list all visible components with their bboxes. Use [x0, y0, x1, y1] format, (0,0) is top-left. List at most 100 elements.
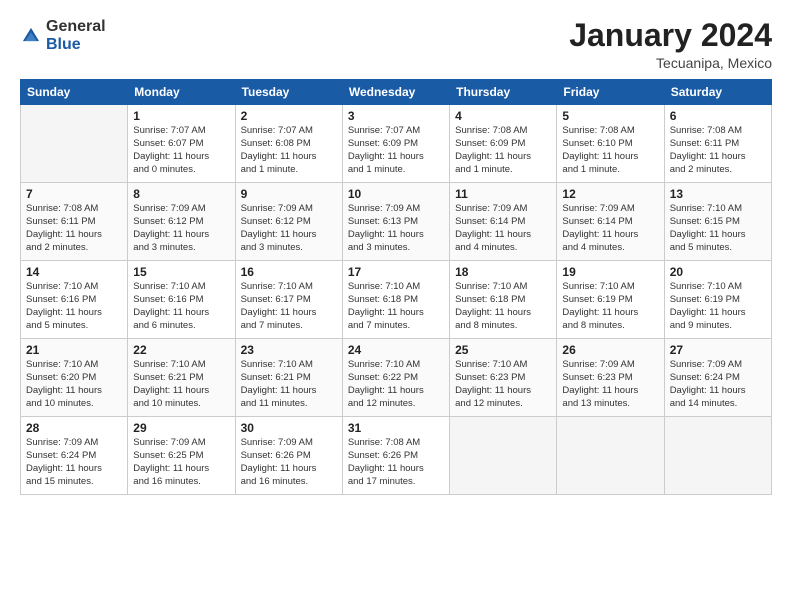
- calendar-day-header: Monday: [128, 80, 235, 105]
- calendar-cell: 9Sunrise: 7:09 AM Sunset: 6:12 PM Daylig…: [235, 183, 342, 261]
- day-number: 23: [241, 343, 337, 357]
- day-number: 25: [455, 343, 551, 357]
- calendar-cell: 10 Sunrise: 7:09 AM Sunset: 6:13 PM Dayli…: [342, 183, 449, 261]
- calendar-cell: 7 Sunrise: 7:08 AM Sunset: 6:11 PM Daylig…: [21, 183, 128, 261]
- day-number: 27: [670, 343, 766, 357]
- calendar-cell: 28Sunrise: 7:09 AM Sunset: 6:24 PM Dayli…: [21, 417, 128, 495]
- day-number: 8: [133, 187, 229, 201]
- day-info: Sunrise: 7:09 AM Sunset: 6:24 PM Dayligh…: [26, 437, 122, 488]
- calendar-cell: 27Sunrise: 7:09 AM Sunset: 6:24 PM Dayli…: [664, 339, 771, 417]
- day-number: 6: [670, 109, 766, 123]
- day-number: 3: [348, 109, 444, 123]
- day-number: 20: [670, 265, 766, 279]
- calendar-week-row: 21 Sunrise: 7:10 AM Sunset: 6:20 PM Dayli…: [21, 339, 772, 417]
- calendar-day-header: Thursday: [450, 80, 557, 105]
- calendar-cell: 6 Sunrise: 7:08 AM Sunset: 6:11 PM Daylig…: [664, 105, 771, 183]
- calendar-day-header: Saturday: [664, 80, 771, 105]
- day-info: Sunrise: 7:08 AM Sunset: 6:11 PM Dayligh…: [670, 125, 766, 176]
- day-info: Sunrise: 7:09 AM Sunset: 6:13 PM Dayligh…: [348, 203, 444, 254]
- day-number: 16: [241, 265, 337, 279]
- day-number: 12: [562, 187, 658, 201]
- calendar-cell: [21, 105, 128, 183]
- day-info: Sunrise: 7:08 AM Sunset: 6:09 PM Dayligh…: [455, 125, 551, 176]
- calendar-day-header: Sunday: [21, 80, 128, 105]
- header: General Blue January 2024 Tecuanipa, Mex…: [20, 18, 772, 71]
- calendar-cell: 17 Sunrise: 7:10 AM Sunset: 6:18 PM Dayli…: [342, 261, 449, 339]
- calendar-cell: 8 Sunrise: 7:09 AM Sunset: 6:12 PM Daylig…: [128, 183, 235, 261]
- calendar-header: SundayMondayTuesdayWednesdayThursdayFrid…: [21, 80, 772, 105]
- day-number: 21: [26, 343, 122, 357]
- day-number: 5: [562, 109, 658, 123]
- calendar-cell: 18Sunrise: 7:10 AM Sunset: 6:18 PM Dayli…: [450, 261, 557, 339]
- day-info: Sunrise: 7:10 AM Sunset: 6:16 PM Dayligh…: [26, 281, 122, 332]
- calendar-cell: 30 Sunrise: 7:09 AM Sunset: 6:26 PM Dayli…: [235, 417, 342, 495]
- calendar-week-row: 1Sunrise: 7:07 AM Sunset: 6:07 PM Daylig…: [21, 105, 772, 183]
- page: General Blue January 2024 Tecuanipa, Mex…: [0, 0, 792, 612]
- calendar-cell: 11Sunrise: 7:09 AM Sunset: 6:14 PM Dayli…: [450, 183, 557, 261]
- day-number: 15: [133, 265, 229, 279]
- calendar-week-row: 14 Sunrise: 7:10 AM Sunset: 6:16 PM Dayli…: [21, 261, 772, 339]
- day-info: Sunrise: 7:10 AM Sunset: 6:22 PM Dayligh…: [348, 359, 444, 410]
- day-number: 22: [133, 343, 229, 357]
- day-info: Sunrise: 7:10 AM Sunset: 6:20 PM Dayligh…: [26, 359, 122, 410]
- day-info: Sunrise: 7:10 AM Sunset: 6:21 PM Dayligh…: [133, 359, 229, 410]
- day-number: 10: [348, 187, 444, 201]
- subtitle: Tecuanipa, Mexico: [569, 55, 772, 71]
- logo-icon: [20, 25, 42, 47]
- day-info: Sunrise: 7:10 AM Sunset: 6:19 PM Dayligh…: [562, 281, 658, 332]
- logo-blue: Blue: [46, 36, 81, 53]
- day-info: Sunrise: 7:10 AM Sunset: 6:15 PM Dayligh…: [670, 203, 766, 254]
- logo: General Blue: [20, 18, 106, 54]
- calendar-cell: 21 Sunrise: 7:10 AM Sunset: 6:20 PM Dayli…: [21, 339, 128, 417]
- day-number: 4: [455, 109, 551, 123]
- calendar-cell: 13 Sunrise: 7:10 AM Sunset: 6:15 PM Dayli…: [664, 183, 771, 261]
- calendar-cell: 2 Sunrise: 7:07 AM Sunset: 6:08 PM Daylig…: [235, 105, 342, 183]
- calendar-cell: [664, 417, 771, 495]
- day-number: 13: [670, 187, 766, 201]
- day-number: 29: [133, 421, 229, 435]
- calendar-cell: 19Sunrise: 7:10 AM Sunset: 6:19 PM Dayli…: [557, 261, 664, 339]
- day-info: Sunrise: 7:09 AM Sunset: 6:23 PM Dayligh…: [562, 359, 658, 410]
- day-number: 18: [455, 265, 551, 279]
- calendar-week-row: 28Sunrise: 7:09 AM Sunset: 6:24 PM Dayli…: [21, 417, 772, 495]
- day-info: Sunrise: 7:10 AM Sunset: 6:18 PM Dayligh…: [348, 281, 444, 332]
- calendar-cell: [557, 417, 664, 495]
- day-info: Sunrise: 7:08 AM Sunset: 6:11 PM Dayligh…: [26, 203, 122, 254]
- day-info: Sunrise: 7:09 AM Sunset: 6:14 PM Dayligh…: [562, 203, 658, 254]
- calendar-cell: 26Sunrise: 7:09 AM Sunset: 6:23 PM Dayli…: [557, 339, 664, 417]
- calendar-cell: 24Sunrise: 7:10 AM Sunset: 6:22 PM Dayli…: [342, 339, 449, 417]
- day-info: Sunrise: 7:09 AM Sunset: 6:12 PM Dayligh…: [133, 203, 229, 254]
- calendar-cell: 20 Sunrise: 7:10 AM Sunset: 6:19 PM Dayli…: [664, 261, 771, 339]
- day-info: Sunrise: 7:08 AM Sunset: 6:10 PM Dayligh…: [562, 125, 658, 176]
- logo-text: General Blue: [46, 18, 106, 54]
- day-number: 14: [26, 265, 122, 279]
- calendar-table: SundayMondayTuesdayWednesdayThursdayFrid…: [20, 79, 772, 495]
- day-number: 7: [26, 187, 122, 201]
- calendar-cell: 22 Sunrise: 7:10 AM Sunset: 6:21 PM Dayli…: [128, 339, 235, 417]
- day-info: Sunrise: 7:07 AM Sunset: 6:08 PM Dayligh…: [241, 125, 337, 176]
- main-title: January 2024: [569, 18, 772, 53]
- calendar-cell: 29Sunrise: 7:09 AM Sunset: 6:25 PM Dayli…: [128, 417, 235, 495]
- calendar-day-header: Friday: [557, 80, 664, 105]
- day-info: Sunrise: 7:07 AM Sunset: 6:07 PM Dayligh…: [133, 125, 229, 176]
- day-number: 17: [348, 265, 444, 279]
- day-number: 30: [241, 421, 337, 435]
- day-info: Sunrise: 7:10 AM Sunset: 6:21 PM Dayligh…: [241, 359, 337, 410]
- day-info: Sunrise: 7:10 AM Sunset: 6:19 PM Dayligh…: [670, 281, 766, 332]
- calendar-cell: 23 Sunrise: 7:10 AM Sunset: 6:21 PM Dayli…: [235, 339, 342, 417]
- calendar-cell: 14 Sunrise: 7:10 AM Sunset: 6:16 PM Dayli…: [21, 261, 128, 339]
- calendar-cell: 15Sunrise: 7:10 AM Sunset: 6:16 PM Dayli…: [128, 261, 235, 339]
- day-info: Sunrise: 7:07 AM Sunset: 6:09 PM Dayligh…: [348, 125, 444, 176]
- day-number: 31: [348, 421, 444, 435]
- day-number: 2: [241, 109, 337, 123]
- title-block: January 2024 Tecuanipa, Mexico: [569, 18, 772, 71]
- calendar-cell: 1Sunrise: 7:07 AM Sunset: 6:07 PM Daylig…: [128, 105, 235, 183]
- calendar-cell: 5 Sunrise: 7:08 AM Sunset: 6:10 PM Daylig…: [557, 105, 664, 183]
- day-info: Sunrise: 7:09 AM Sunset: 6:26 PM Dayligh…: [241, 437, 337, 488]
- day-info: Sunrise: 7:10 AM Sunset: 6:17 PM Dayligh…: [241, 281, 337, 332]
- calendar-body: 1Sunrise: 7:07 AM Sunset: 6:07 PM Daylig…: [21, 105, 772, 495]
- day-number: 9: [241, 187, 337, 201]
- calendar-cell: 3 Sunrise: 7:07 AM Sunset: 6:09 PM Daylig…: [342, 105, 449, 183]
- calendar-cell: 31Sunrise: 7:08 AM Sunset: 6:26 PM Dayli…: [342, 417, 449, 495]
- calendar-cell: [450, 417, 557, 495]
